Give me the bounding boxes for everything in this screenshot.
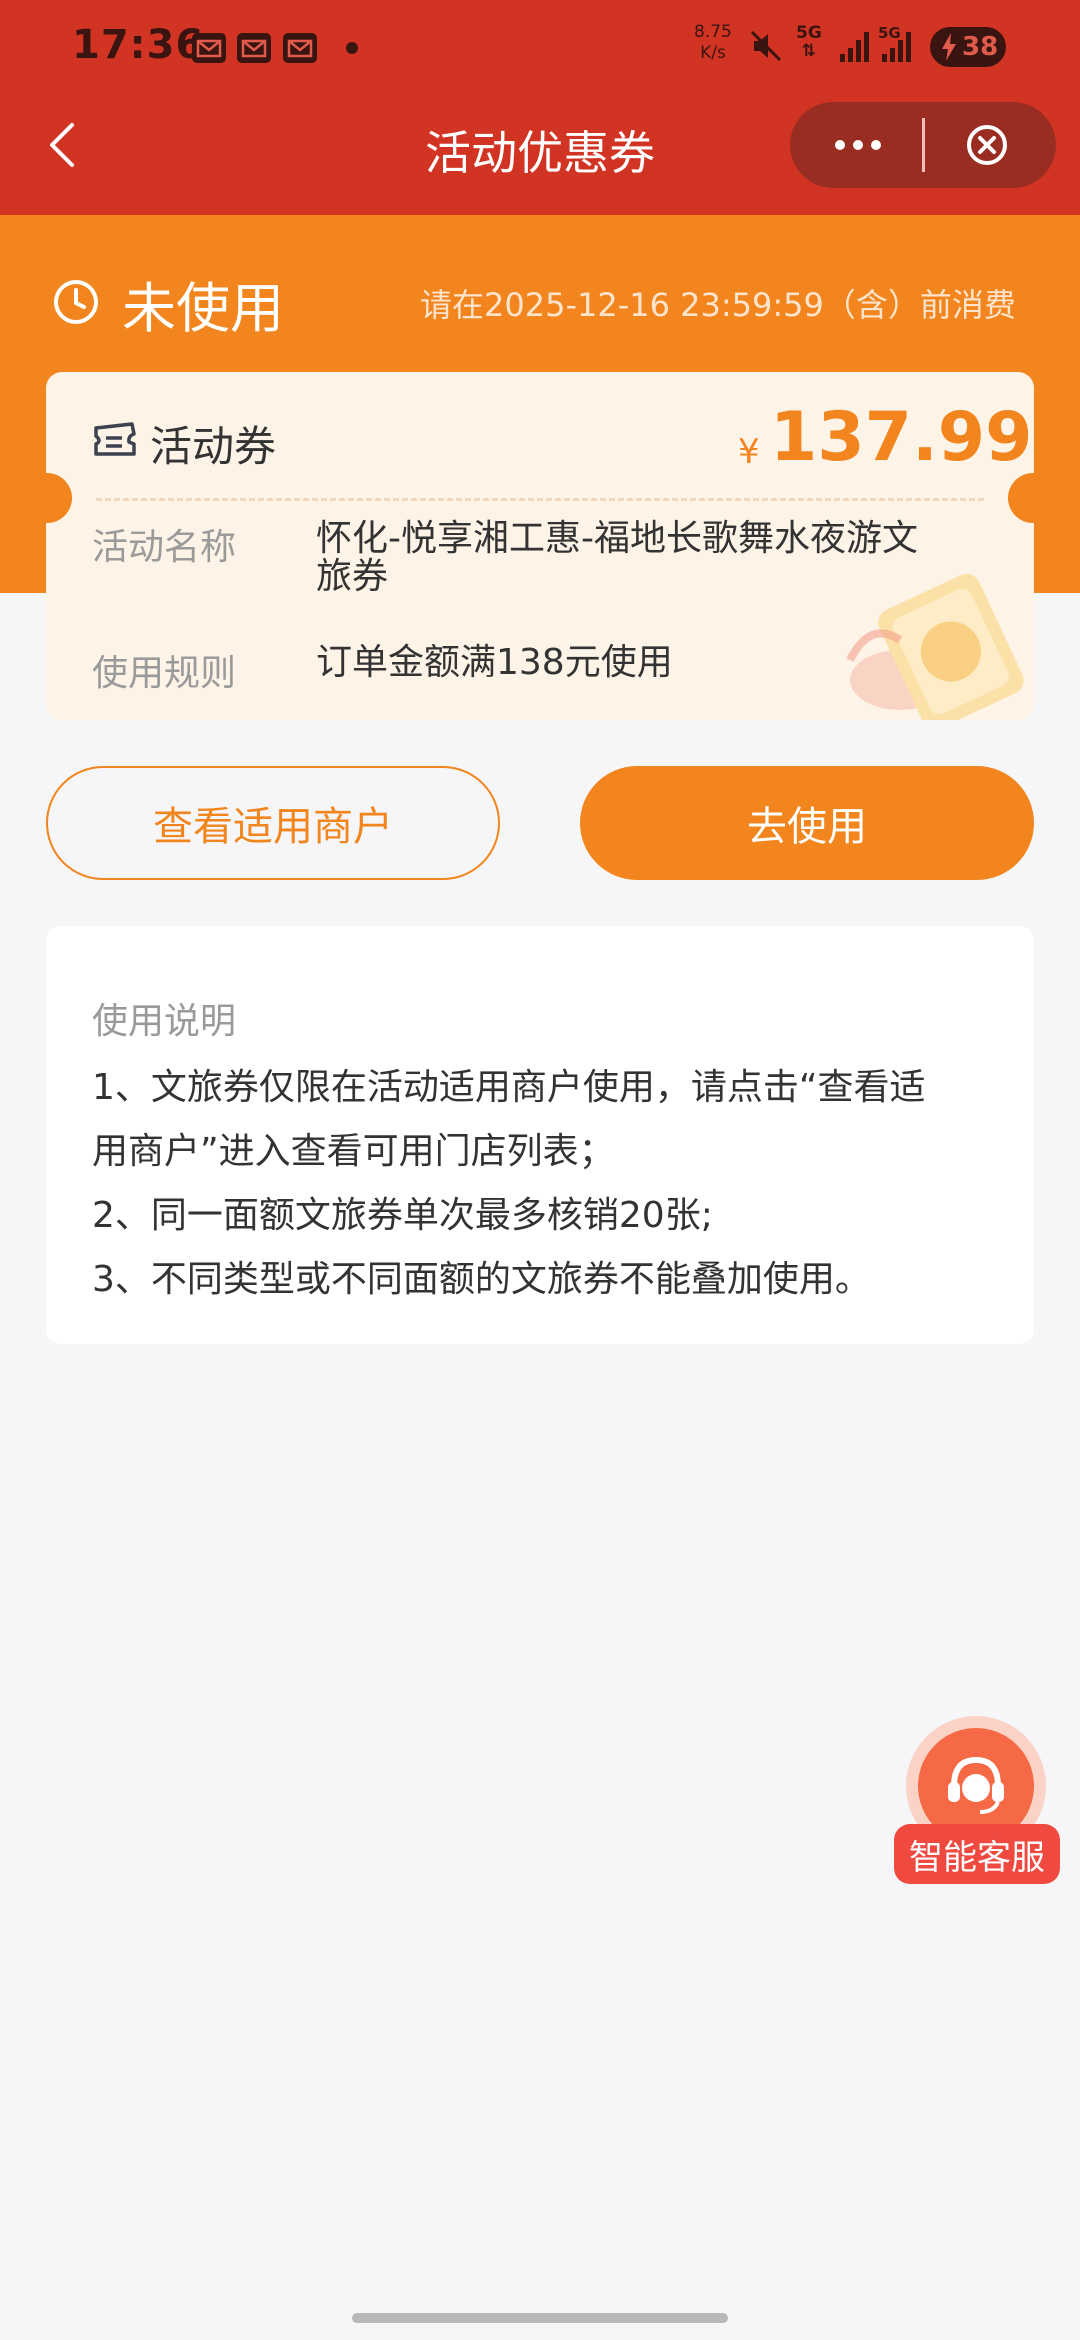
- view-merchants-button[interactable]: 查看适用商户: [46, 766, 500, 880]
- currency-symbol: ¥: [738, 432, 760, 472]
- instruction-line-2: 用商户”进入查看可用门店列表；: [92, 1131, 615, 1172]
- mail-icon: [237, 33, 271, 63]
- activity-name-line-1: 怀化-悦享湘工惠-福地长歌舞水夜游文: [316, 518, 918, 559]
- network-speed-value: 8.75: [694, 22, 732, 42]
- data-arrows-icon: ⇅: [801, 41, 817, 61]
- coupon-notch-right: [1008, 473, 1058, 523]
- clock-icon: [54, 280, 98, 324]
- instruction-line-3: 2、同一面额文旅券单次最多核销20张;: [92, 1195, 713, 1236]
- ticket-icon: [94, 422, 136, 456]
- status-time: 17:36: [72, 22, 205, 68]
- coupon-type: 活动券: [150, 422, 277, 471]
- network-type-1: 5G ⇅: [796, 24, 822, 60]
- instruction-line-1: 1、文旅券仅限在活动适用商户使用，请点击“查看适: [92, 1067, 926, 1108]
- instruction-line-4: 3、不同类型或不同面额的文旅券不能叠加使用。: [92, 1259, 871, 1300]
- signal-icon: [840, 32, 869, 62]
- activity-name-label: 活动名称: [92, 527, 237, 568]
- coupon-notch-left: [22, 473, 72, 523]
- customer-service-button[interactable]: 智能客服: [894, 1716, 1060, 1892]
- coupon-amount: 137.99: [770, 398, 1033, 477]
- customer-service-label: 智能客服: [894, 1824, 1060, 1884]
- coupon-divider: [96, 498, 984, 501]
- headset-icon: [948, 1756, 1004, 1814]
- mail-icon: [283, 33, 317, 63]
- mute-icon: [750, 30, 782, 62]
- instructions-title: 使用说明: [92, 1001, 237, 1042]
- coupon-status: 未使用: [122, 277, 284, 340]
- more-options-icon[interactable]: [830, 122, 886, 168]
- capsule-divider: [922, 118, 925, 172]
- battery-level: 38: [962, 32, 999, 62]
- mini-program-capsule: [790, 102, 1056, 188]
- battery-indicator: 38: [930, 27, 1006, 67]
- network-type-1-label: 5G: [796, 23, 822, 43]
- usage-rule-label: 使用规则: [92, 653, 237, 694]
- mail-icon: [192, 33, 226, 63]
- home-indicator[interactable]: [352, 2313, 728, 2323]
- notification-dot-icon: [346, 42, 358, 54]
- expiry-note: 请在2025-12-16 23:59:59（含）前消费: [420, 286, 1016, 324]
- network-speed-unit: K/s: [700, 43, 726, 63]
- close-circle-icon[interactable]: [964, 122, 1010, 168]
- coupon-decoration-icon: [846, 573, 1024, 720]
- signal-icon: [882, 32, 911, 62]
- network-speed: 8.75 K/s: [694, 22, 732, 64]
- use-coupon-button[interactable]: 去使用: [580, 766, 1034, 880]
- charging-icon: [942, 33, 956, 61]
